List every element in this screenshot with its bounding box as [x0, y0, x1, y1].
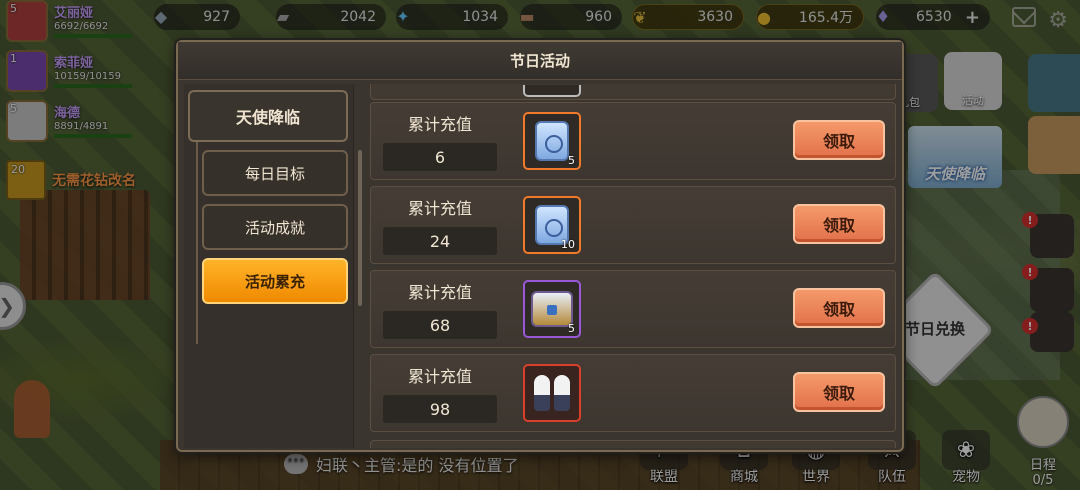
- treasure-chest-icon: [531, 291, 573, 327]
- reward-count: 10: [561, 238, 575, 251]
- reward-slot[interactable]: 5: [523, 280, 581, 338]
- category-sidebar: 天使降临 每日目标 活动成就 活动累充: [184, 84, 354, 448]
- reward-count: 5: [568, 154, 575, 167]
- list-item: 累计充值 98 领取: [370, 354, 896, 432]
- category-angel-descent[interactable]: 天使降临: [188, 90, 348, 142]
- list-scrollbar[interactable]: [358, 150, 362, 306]
- recharge-label: 累计充值: [407, 367, 472, 386]
- list-item: 累计充值 6 5 领取: [370, 102, 896, 180]
- claim-button[interactable]: 领取: [793, 120, 885, 160]
- recharge-label: 累计充值: [407, 283, 472, 302]
- reward-slot[interactable]: [523, 364, 581, 422]
- dialog-title: 节日活动: [178, 42, 902, 80]
- recharge-amount: 6: [383, 143, 497, 171]
- reward-list[interactable]: 累计充值 6 5 领取 累计充值 24 10 领取 累计充值 68 5 领取 累…: [368, 84, 898, 448]
- recharge-amount: 98: [383, 395, 497, 423]
- reward-count: 5: [568, 322, 575, 335]
- recharge-label: 累计充值: [407, 115, 472, 134]
- claim-button[interactable]: 领取: [793, 372, 885, 412]
- reward-slot: [523, 85, 581, 97]
- tab-activity-achievements[interactable]: 活动成就: [202, 204, 348, 250]
- claim-button[interactable]: 领取: [793, 288, 885, 328]
- bunny-boots-icon: [532, 371, 572, 415]
- tab-daily-goals[interactable]: 每日目标: [202, 150, 348, 196]
- blue-scroll-icon: [535, 121, 569, 161]
- list-item: 累计充值 68 5 领取: [370, 270, 896, 348]
- reward-slot[interactable]: 5: [523, 112, 581, 170]
- recharge-amount: 68: [383, 311, 497, 339]
- festival-activity-dialog: 节日活动 天使降临 每日目标 活动成就 活动累充 累计充值 6 5 领取 累计充…: [176, 40, 904, 452]
- recharge-label: 累计充值: [407, 199, 472, 218]
- reward-slot[interactable]: 10: [523, 196, 581, 254]
- list-item: [370, 84, 896, 100]
- claim-button[interactable]: 领取: [793, 204, 885, 244]
- recharge-amount: 24: [383, 227, 497, 255]
- tab-cumulative-recharge[interactable]: 活动累充: [202, 258, 348, 304]
- list-item: [370, 440, 896, 448]
- list-item: 累计充值 24 10 领取: [370, 186, 896, 264]
